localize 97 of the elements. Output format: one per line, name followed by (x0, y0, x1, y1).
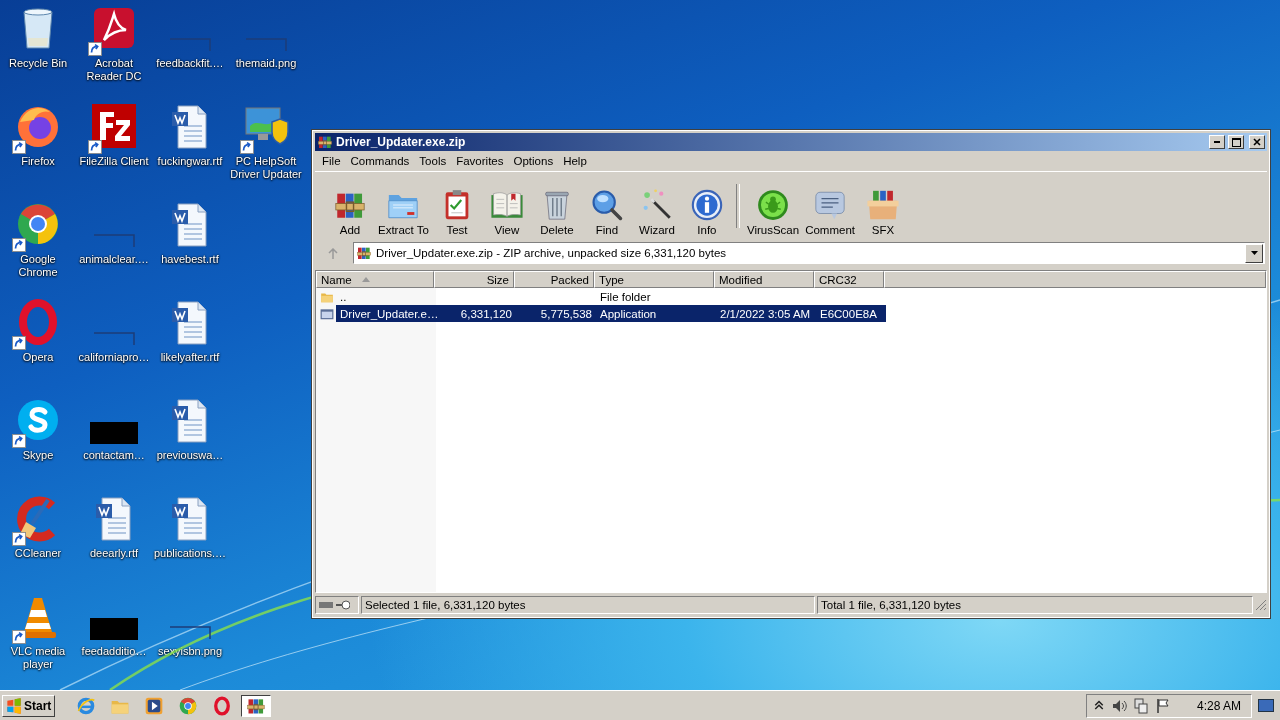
minimize-button[interactable] (1209, 135, 1225, 149)
table-cell: .. (340, 290, 347, 303)
toolbar-button[interactable]: Find (581, 180, 632, 236)
table-cell: Application (600, 307, 657, 320)
drive-icon (319, 601, 333, 609)
start-button[interactable]: Start (2, 694, 56, 717)
address-field[interactable]: Driver_Updater.exe.zip - ZIP archive, unpacked size 6,331,120 bytes (353, 242, 1265, 264)
icon-label[interactable]: contactam… (83, 449, 145, 462)
up-arrow-icon (328, 247, 338, 259)
icon-label[interactable]: VLC media player (0, 645, 76, 671)
application-icon (319, 306, 335, 321)
file-row[interactable]: .. File folder (336, 288, 886, 305)
column-header[interactable]: Modified (714, 271, 814, 288)
search-icon (589, 188, 624, 222)
close-icon (1253, 138, 1261, 146)
show-desktop-button[interactable] (1258, 699, 1274, 712)
toolbar-button[interactable]: Add (325, 180, 375, 236)
table-cell: 2/1/2022 3:05 AM (720, 307, 811, 320)
icon-label[interactable]: animalclear.… (79, 253, 149, 266)
table-cell: Driver_Updater.e… (340, 307, 439, 320)
key-icon (336, 600, 350, 610)
books-icon (356, 245, 372, 261)
taskbar-button[interactable] (241, 694, 272, 717)
toolbar-button[interactable]: Wizard (631, 180, 682, 236)
image-thumbnail-icon (90, 618, 138, 640)
image-thumbnail-icon (93, 234, 135, 248)
menu-item[interactable]: Commands (345, 154, 415, 167)
icon-label[interactable]: themaid.png (235, 57, 297, 70)
status-text: Total 1 file, 6,331,120 bytes (821, 599, 961, 611)
icon-label[interactable]: havebest.rtf (161, 253, 219, 266)
dropdown-button[interactable] (1245, 243, 1263, 263)
flag-logo-icon (6, 697, 22, 714)
table-cell: File folder (600, 290, 651, 303)
table-cell: E6C00E8A (820, 307, 877, 320)
icon-label[interactable]: californiapro… (78, 351, 150, 364)
image-thumbnail-icon (90, 422, 138, 444)
resize-grip-icon (1255, 599, 1267, 611)
maximize-icon (1231, 137, 1241, 147)
icon-label[interactable]: CCleaner (14, 547, 62, 560)
status-text: Selected 1 file, 6,331,120 bytes (365, 599, 526, 611)
clock: 4:28 AM (1196, 698, 1241, 713)
table-cell: 6,331,120 (460, 307, 512, 320)
image-thumbnail-icon (93, 332, 135, 346)
network-icon (1132, 697, 1149, 714)
toolbar-button[interactable]: View (481, 180, 532, 236)
column-header[interactable]: Type (594, 271, 714, 288)
icon-label[interactable]: Google Chrome (0, 253, 76, 279)
minimize-icon (1214, 141, 1220, 143)
table-cell: 5,775,538 (540, 307, 592, 320)
column-header[interactable]: Name (316, 271, 434, 288)
icon-label[interactable]: PC HelpSoft Driver Updater (228, 155, 304, 181)
oval-ring-icon (212, 695, 233, 716)
column-header[interactable]: Size (434, 271, 514, 288)
icon-label[interactable]: deearly.rtf (89, 547, 139, 560)
toolbar-button[interactable]: VirusScan (743, 180, 803, 236)
menu-item[interactable]: Tools (414, 154, 452, 167)
window-title: Driver_Updater.exe.zip (336, 135, 467, 149)
zigzag-logo-icon (90, 102, 138, 150)
icon-label[interactable]: publications.… (153, 547, 227, 560)
caret-icon (1250, 251, 1258, 255)
image-thumbnail-icon (169, 38, 211, 52)
image-thumbnail-icon (245, 38, 287, 52)
icon-label[interactable]: feedadditio… (81, 645, 147, 658)
flag-icon (1154, 697, 1171, 714)
menu-item[interactable]: Favorites (451, 154, 509, 167)
books-icon (317, 134, 333, 150)
toolbar-button[interactable]: Test (431, 180, 482, 236)
menu-item[interactable]: Help (558, 154, 592, 167)
close-button[interactable] (1249, 135, 1265, 149)
play-icon (144, 695, 165, 716)
column-header[interactable]: Packed (514, 271, 594, 288)
icon-label[interactable]: FileZilla Client (79, 155, 149, 168)
menu-item[interactable]: Options (508, 154, 559, 167)
icon-label[interactable]: Firefox (21, 155, 55, 168)
toolbar-button[interactable]: Extract To (375, 180, 432, 236)
toolbar-button[interactable]: Comment (802, 180, 858, 236)
bug-icon (756, 188, 791, 222)
info-icon (689, 188, 724, 222)
icon-label[interactable]: Opera (22, 351, 54, 364)
icon-label[interactable]: Recycle Bin (8, 57, 68, 70)
ring-logo-icon (178, 695, 199, 716)
icon-label[interactable]: fuckingwar.rtf (157, 155, 223, 168)
icon-label[interactable]: sexyisbn.png (157, 645, 223, 658)
file-row[interactable]: Driver_Updater.e… 6,331,120 5,775,538 Application 2/1/2022 3:05 AM E6C00E8A (336, 305, 886, 322)
maximize-button[interactable] (1228, 135, 1244, 149)
image-thumbnail-icon (169, 626, 211, 640)
icon-label[interactable]: likelyafter.rtf (160, 351, 220, 364)
toolbar-button[interactable]: SFX (858, 180, 908, 236)
icon-label[interactable]: feedbackfit.… (156, 57, 224, 70)
toolbar-button[interactable]: Info (681, 180, 732, 236)
icon-label[interactable]: previouswa… (156, 449, 224, 462)
icon-label[interactable]: Skype (22, 449, 54, 462)
menu-item[interactable]: File (317, 154, 346, 167)
globe-icon (76, 695, 97, 716)
toolbar-button[interactable]: Delete (531, 180, 582, 236)
icon-label[interactable]: Acrobat Reader DC (76, 57, 152, 83)
column-header[interactable]: CRC32 (814, 271, 884, 288)
